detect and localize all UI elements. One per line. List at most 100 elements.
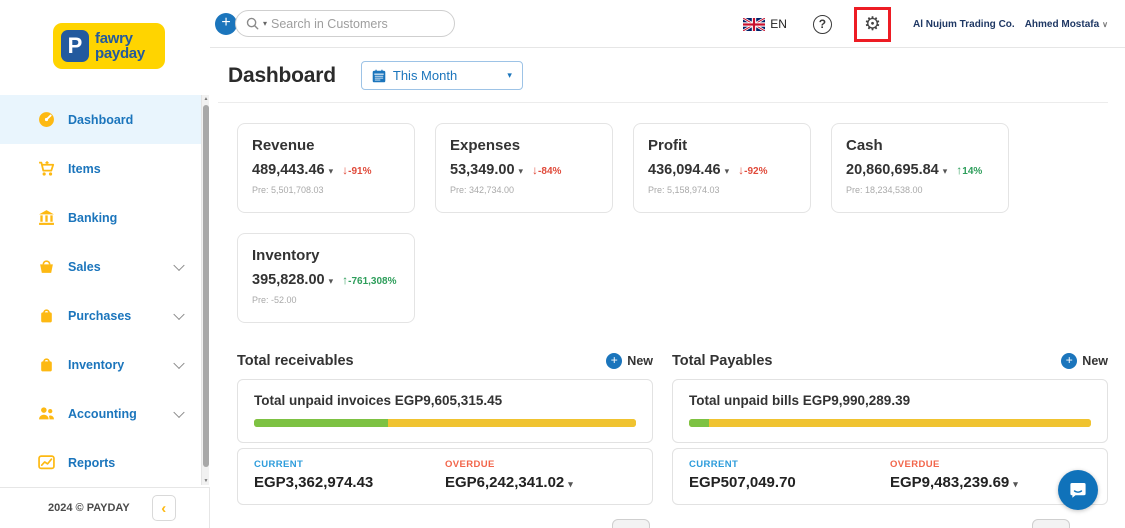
totals-sections: Total receivables + New Total unpaid inv… [237, 353, 1108, 505]
search-icon [246, 17, 259, 30]
kpi-previous: Pre: 342,734.00 [450, 185, 598, 195]
caret-down-icon[interactable]: ▾ [519, 166, 524, 177]
current-progress-segment [254, 419, 388, 427]
sidebar: P fawry payday Dashboard Items [0, 0, 210, 528]
user-name: Ahmed Mostafa [1025, 19, 1099, 30]
kpi-card-inventory: Inventory 395,828.00 ▾ ↑-761,308% Pre: -… [237, 233, 415, 323]
fawry-payday-logo[interactable]: P fawry payday [53, 23, 165, 69]
period-filter-select[interactable]: This Month ▾ [361, 61, 523, 90]
company-name: Al Nujum Trading Co. [913, 19, 1015, 30]
header-divider [218, 102, 1108, 103]
kpi-value[interactable]: 20,860,695.84 [846, 162, 939, 178]
sidebar-item-label: Accounting [68, 407, 137, 421]
kpi-value[interactable]: 395,828.00 [252, 272, 325, 288]
sidebar-item-inventory[interactable]: Inventory [0, 340, 201, 389]
unpaid-invoices-summary: Total unpaid invoices EGP9,605,315.45 [254, 393, 636, 408]
topbar: + ▾ EN ? ⚙ Al Nujum Trading Co. Ahmed Mo… [210, 0, 1125, 48]
sidebar-item-purchases[interactable]: Purchases [0, 291, 201, 340]
kpi-change: ↓-84% [532, 163, 561, 177]
overdue-value: EGP6,242,341.02▾ [445, 474, 636, 491]
inventory-bag-icon [38, 356, 55, 373]
basket-icon [38, 258, 55, 275]
plus-icon: + [606, 353, 622, 369]
kpi-title: Inventory [252, 247, 400, 264]
scroll-down-icon[interactable]: ▼ [202, 478, 210, 484]
copyright-text: 2024 © PAYDAY [48, 502, 130, 514]
payables-amounts-card: CURRENT EGP507,049.70 OVERDUE EGP9,483,2… [672, 448, 1108, 505]
kpi-card-profit: Profit 436,094.46 ▾ ↓-92% Pre: 5,158,974… [633, 123, 811, 213]
app-window: P fawry payday Dashboard Items [0, 0, 1125, 528]
chevron-down-icon[interactable] [173, 357, 184, 368]
chevron-down-icon[interactable] [173, 406, 184, 417]
dashboard-gauge-icon [38, 111, 55, 128]
uk-flag-icon [743, 18, 765, 31]
caret-down-icon[interactable]: ▾ [568, 479, 573, 489]
kpi-change: ↑14% [956, 163, 982, 177]
unpaid-bills-summary: Total unpaid bills EGP9,990,289.39 [689, 393, 1091, 408]
partial-button-right[interactable] [1032, 519, 1070, 528]
kpi-value[interactable]: 436,094.46 [648, 162, 721, 178]
caret-down-icon[interactable]: ▾ [725, 166, 730, 177]
title-row: Dashboard This Month ▾ [228, 61, 1125, 90]
caret-down-icon[interactable]: ▾ [1013, 479, 1018, 489]
users-icon [38, 405, 55, 422]
global-search[interactable]: ▾ [235, 10, 455, 37]
sidebar-item-items[interactable]: Items [0, 144, 201, 193]
sidebar-item-label: Items [68, 162, 101, 176]
search-input[interactable] [271, 17, 444, 31]
scroll-up-icon[interactable]: ▲ [202, 96, 210, 102]
caret-down-icon[interactable]: ▾ [329, 166, 334, 177]
main-content: Dashboard This Month ▾ Revenue 489,443.4… [210, 48, 1125, 528]
kpi-title: Profit [648, 137, 796, 154]
receivables-progress-bar [254, 419, 636, 427]
current-value: EGP507,049.70 [689, 474, 890, 491]
sidebar-item-dashboard[interactable]: Dashboard [0, 95, 201, 144]
new-label: New [627, 354, 653, 368]
chart-line-icon [38, 454, 55, 471]
cart-icon [38, 160, 55, 177]
sidebar-item-accounting[interactable]: Accounting [0, 389, 201, 438]
chevron-down-icon[interactable] [173, 259, 184, 270]
kpi-change: ↓-92% [738, 163, 767, 177]
new-invoice-button[interactable]: + New [606, 353, 653, 369]
sidebar-item-sales[interactable]: Sales [0, 242, 201, 291]
search-scope-caret-icon[interactable]: ▾ [263, 19, 267, 28]
receivables-section: Total receivables + New Total unpaid inv… [237, 353, 653, 505]
sidebar-scrollbar[interactable]: ▲ ▼ [201, 95, 209, 485]
caret-down-icon[interactable]: ▾ [943, 166, 948, 177]
question-mark-icon: ? [819, 17, 826, 31]
language-label: EN [770, 17, 787, 31]
sidebar-collapse-button[interactable]: ‹ [152, 495, 176, 521]
scrollbar-thumb[interactable] [203, 105, 209, 467]
sidebar-item-reports[interactable]: Reports [0, 438, 201, 487]
plus-icon: + [1061, 353, 1077, 369]
partial-button-left[interactable] [612, 519, 650, 528]
kpi-value[interactable]: 53,349.00 [450, 162, 515, 178]
overdue-progress-segment [709, 419, 1091, 427]
bank-icon [38, 209, 55, 226]
new-bill-button[interactable]: + New [1061, 353, 1108, 369]
current-label: CURRENT [254, 459, 445, 470]
chevron-down-icon[interactable] [173, 308, 184, 319]
language-switcher[interactable]: EN [743, 17, 787, 31]
chat-support-button[interactable] [1058, 470, 1098, 510]
kpi-value[interactable]: 489,443.46 [252, 162, 325, 178]
kpi-previous: Pre: 18,234,538.00 [846, 185, 994, 195]
overdue-label: OVERDUE [890, 459, 1091, 470]
current-label: CURRENT [689, 459, 890, 470]
unpaid-invoices-card: Total unpaid invoices EGP9,605,315.45 [237, 379, 653, 443]
sidebar-item-label: Purchases [68, 309, 131, 323]
caret-down-icon[interactable]: ▾ [329, 276, 334, 287]
user-menu[interactable]: Ahmed Mostafa∨ [1025, 19, 1108, 30]
receivables-amounts-card: CURRENT EGP3,362,974.43 OVERDUE EGP6,242… [237, 448, 653, 505]
sidebar-item-label: Sales [68, 260, 101, 274]
sidebar-nav: Dashboard Items Banking Sales [0, 95, 201, 487]
kpi-card-revenue: Revenue 489,443.46 ▾ ↓-91% Pre: 5,501,70… [237, 123, 415, 213]
quick-add-button[interactable]: + [215, 13, 237, 35]
help-button[interactable]: ? [813, 15, 832, 34]
sidebar-item-banking[interactable]: Banking [0, 193, 201, 242]
fawry-logo-icon: P [61, 30, 89, 62]
calendar-icon [372, 69, 386, 83]
payables-section: Total Payables + New Total unpaid bills … [672, 353, 1108, 505]
settings-gear-icon[interactable]: ⚙ [864, 15, 881, 34]
